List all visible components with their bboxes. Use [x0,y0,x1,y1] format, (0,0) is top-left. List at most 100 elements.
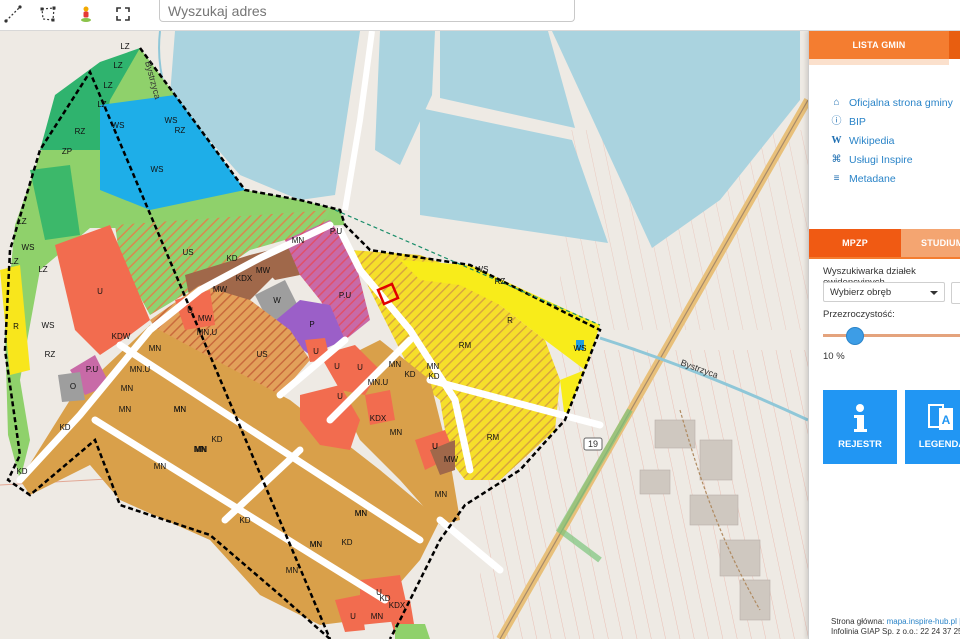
zone-label: MN.U [197,328,218,337]
zone-label: KD [341,538,352,547]
institution-icon: ⌘ [831,154,842,166]
zone-label: U [376,588,382,597]
link-inspire-services[interactable]: ⌘ Usługi Inspire [831,154,960,166]
zone-label: MW [444,455,459,464]
zone-label: MN [427,362,440,371]
registry-button[interactable]: REJESTR [823,390,897,464]
link-bip[interactable]: ⓘ BIP [831,116,960,128]
zone-label: KD [404,370,415,379]
homepage-link[interactable]: mapa.inspire-hub.pl | [887,617,960,626]
zone-label: WS [112,121,125,130]
zone-label: MN [389,360,402,369]
measure-line-icon[interactable] [0,2,26,26]
link-official-site[interactable]: ⌂ Oficjalna strona gminy [831,97,960,109]
measure-area-icon[interactable] [35,2,61,26]
zone-label: MN [154,462,167,471]
zone-label: WS [476,265,489,274]
zone-label: KDX [236,274,253,283]
zone-label: MW [213,285,228,294]
zone-label: MN.U [130,365,151,374]
zone-label: KD [428,372,439,381]
zone-label: WS [42,321,55,330]
zone-label: MN [310,540,323,549]
zone-label: KD [226,254,237,263]
zone-label: KD [239,516,250,525]
transparency-slider-track[interactable] [823,334,960,337]
zone-label: MN [119,405,132,414]
tab-lista-gmin[interactable]: LISTA GMIN [809,31,949,59]
zone-label: LZ [113,61,122,70]
wikipedia-icon: W [831,135,842,147]
zone-label: KD [59,423,70,432]
tab-mpzp[interactable]: MPZP [809,229,901,257]
map-canvas[interactable]: 19 Bystrzyca Bystrzyca LZ LZ LZ LZ WS RZ WS RZ W… [0,31,808,639]
zone-label: MN [371,612,384,621]
zone-label: MN [286,566,299,575]
zone-label: KDX [370,414,387,423]
zone-label: LZ [17,217,26,226]
zone-label: LZ [120,42,129,51]
zone-label: KDX [389,601,406,610]
zone-label: P.U [330,227,343,236]
legend-icon: A [927,402,957,435]
zone-label: MN [355,509,368,518]
legend-button[interactable]: A LEGENDA [905,390,960,464]
database-icon: ≡ [833,173,840,185]
zone-label: RZ [45,350,56,359]
transparency-label: Przezroczystość: [823,309,895,320]
chevron-down-icon [930,291,938,295]
zone-label: U [357,363,363,372]
municipality-links: ⌂ Oficjalna strona gminy ⓘ BIP W Wikipedia … [831,97,960,192]
info-icon: ⓘ [831,116,842,128]
zone-label: W [273,296,281,305]
zone-label: P [309,320,314,329]
transparency-slider-handle[interactable] [846,327,864,345]
parcel-number-input[interactable] [951,282,960,304]
zone-label: R [13,322,19,331]
svg-text:A: A [942,413,951,427]
zone-label: RM [459,341,472,350]
zone-label: LZ [103,81,112,90]
map-view[interactable]: 19 Bystrzyca Bystrzyca LZLZLZLZWSRZWSRZW… [0,31,808,639]
zone-label: MN [195,445,208,454]
zone-label: LZ [38,265,47,274]
zone-label: WS [151,165,164,174]
zone-label: KDW [112,332,131,341]
zone-label: RZ [495,277,506,286]
zone-label: MW [198,314,213,323]
precinct-select[interactable]: Wybierz obręb [823,282,945,302]
zone-label: P.U [86,365,99,374]
zone-label: KD [16,467,27,476]
tab-studium[interactable]: STUDIUM [901,229,960,257]
zone-label: MN [121,384,134,393]
zone-label: RZ [75,127,86,136]
zone-label: U [187,306,193,315]
fullscreen-icon[interactable] [110,2,136,26]
street-view-icon[interactable] [73,2,99,26]
panel-footer: Strona główna: mapa.inspire-hub.pl | Inf… [831,617,960,636]
route-number: 19 [588,439,598,449]
side-panel: LISTA GMIN ⌂ Oficjalna strona gminy ⓘ BIP … [808,31,960,639]
map-toolbar [0,0,960,31]
zone-label: KD [211,435,222,444]
zone-label: MN [149,344,162,353]
zone-label: U [337,392,343,401]
zone-label: WS [574,344,587,353]
tab-lista-gmin-edge[interactable] [949,31,960,59]
home-icon: ⌂ [833,97,840,108]
zone-label: RM [487,433,500,442]
zone-label: US [256,350,267,359]
address-search-input[interactable] [159,0,575,22]
zone-label: U [350,612,356,621]
zone-label: LZ [9,257,18,266]
zone-label: WS [165,116,178,125]
info-icon [852,404,868,437]
zone-label: O [70,382,76,391]
zone-label: US [182,248,193,257]
link-metadata[interactable]: ≡ Metadane [831,173,960,185]
zone-label: U [313,347,319,356]
zone-label: U [432,442,438,451]
zone-label: MN.U [368,378,389,387]
link-wikipedia[interactable]: W Wikipedia [831,135,960,147]
zone-label: MN [435,490,448,499]
